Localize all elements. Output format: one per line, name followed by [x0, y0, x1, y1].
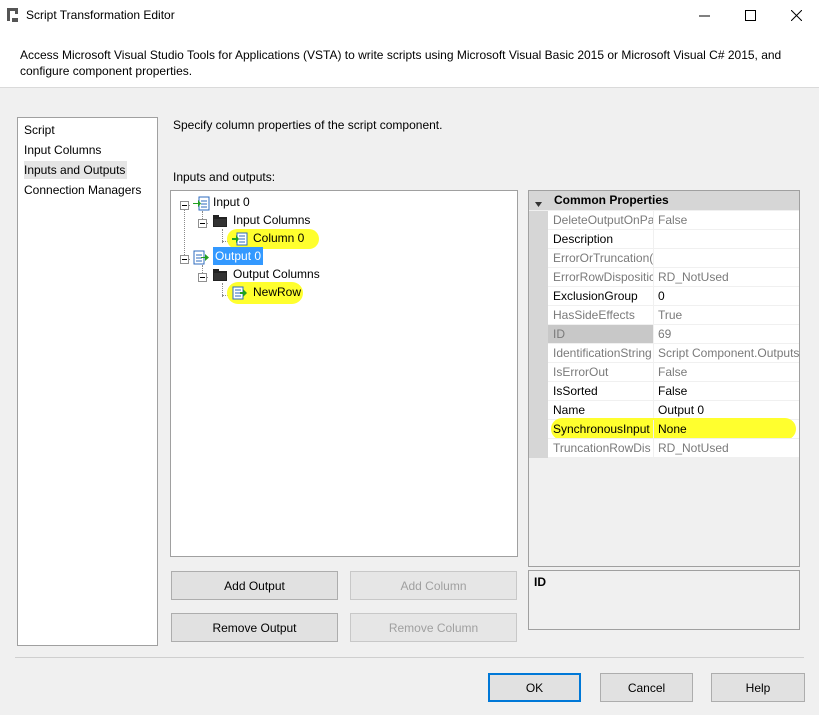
window-title: Script Transformation Editor [26, 8, 175, 22]
minimize-button[interactable] [681, 0, 727, 30]
property-name: IsErrorOut [548, 363, 654, 382]
input-icon [193, 196, 210, 214]
property-row[interactable]: IsErrorOut False [529, 363, 799, 382]
property-row[interactable]: DeleteOutputOnPa False [529, 211, 799, 230]
property-value: 69 [654, 325, 799, 344]
editor-header: Access Microsoft Visual Studio Tools for… [0, 30, 819, 88]
footer-divider [15, 657, 804, 658]
property-name: ErrorRowDispositic [548, 268, 654, 287]
title-bar: Script Transformation Editor [0, 0, 819, 30]
close-icon [790, 9, 802, 21]
collapse-input-columns-toggle[interactable] [198, 219, 207, 228]
property-row[interactable]: TruncationRowDis RD_NotUsed [529, 439, 799, 458]
nav-item-inputs-and-outputs[interactable]: Inputs and Outputs [24, 161, 128, 179]
remove-column-button[interactable]: Remove Column [350, 613, 517, 642]
tree-line [184, 205, 185, 259]
script-transformation-icon [6, 7, 20, 23]
minimize-icon [698, 15, 710, 16]
property-value: Script Component.Outputs [654, 344, 799, 363]
property-row[interactable]: ErrorRowDispositic RD_NotUsed [529, 268, 799, 287]
property-row-margin [529, 211, 548, 230]
property-row[interactable]: SynchronousInput None [529, 418, 799, 440]
property-row-margin [529, 325, 548, 344]
remove-output-button[interactable]: Remove Output [171, 613, 338, 642]
property-name: HasSideEffects [548, 306, 654, 325]
add-output-button[interactable]: Add Output [171, 571, 338, 600]
property-row-margin [529, 249, 548, 268]
editor-description: Access Microsoft Visual Studio Tools for… [20, 48, 782, 78]
close-button[interactable] [773, 0, 819, 30]
property-value: False [654, 363, 799, 382]
property-help-title: ID [534, 575, 546, 589]
property-name: ErrorOrTruncation( [548, 249, 654, 268]
ok-button[interactable]: OK [488, 673, 581, 702]
property-row[interactable]: ErrorOrTruncation( [529, 249, 799, 268]
property-category-label: Common Properties [554, 193, 669, 207]
property-row-margin [529, 363, 548, 382]
property-category-header[interactable]: Common Properties [529, 191, 799, 210]
page-navigation: Script Input Columns Inputs and Outputs … [17, 117, 158, 646]
property-name: IsSorted [548, 382, 654, 401]
output-icon [193, 250, 210, 268]
property-row-margin [529, 344, 548, 363]
property-row-margin [529, 287, 548, 306]
property-value[interactable]: False [654, 382, 799, 401]
property-name: Description [548, 230, 654, 249]
property-row-margin [529, 268, 548, 287]
tree-node-output-columns[interactable]: Output Columns [233, 265, 320, 283]
property-value: RD_NotUsed [654, 268, 799, 287]
property-value: True [654, 306, 799, 325]
help-button[interactable]: Help [711, 673, 805, 702]
property-value [654, 249, 799, 268]
nav-item-input-columns[interactable]: Input Columns [24, 141, 101, 159]
nav-item-script[interactable]: Script [24, 121, 55, 139]
maximize-button[interactable] [727, 0, 773, 30]
property-row[interactable]: Description [529, 230, 799, 249]
collapse-output-toggle[interactable] [180, 255, 189, 264]
property-row-margin [529, 382, 548, 401]
property-row[interactable]: ExclusionGroup 0 [529, 287, 799, 306]
property-value: False [654, 211, 799, 230]
property-row[interactable]: IsSorted False [529, 382, 799, 401]
property-row[interactable]: IdentificationString Script Component.Out… [529, 344, 799, 363]
property-name: TruncationRowDis [548, 439, 654, 458]
property-name: DeleteOutputOnPa [548, 211, 654, 230]
folder-icon [212, 268, 228, 285]
inputs-outputs-tree[interactable]: Input 0 Input Columns Column 0 Output 0 … [170, 190, 518, 557]
property-name: ExclusionGroup [548, 287, 654, 306]
inputs-outputs-label: Inputs and outputs: [173, 170, 276, 184]
property-row-margin [529, 306, 548, 325]
property-row[interactable]: ID 69 [529, 325, 799, 344]
property-row-margin [529, 401, 548, 420]
output-column-icon [232, 286, 248, 303]
cancel-button[interactable]: Cancel [600, 673, 693, 702]
tree-node-input-columns[interactable]: Input Columns [233, 211, 310, 229]
tree-node-column[interactable]: Column 0 [253, 229, 304, 247]
collapse-input-toggle[interactable] [180, 201, 189, 210]
property-row-margin [529, 420, 548, 439]
property-value[interactable]: 0 [654, 287, 799, 306]
property-name: ID [548, 325, 654, 344]
nav-item-connection-managers[interactable]: Connection Managers [24, 181, 141, 199]
property-row[interactable]: HasSideEffects True [529, 306, 799, 325]
tree-node-output[interactable]: Output 0 [213, 247, 264, 265]
property-name: IdentificationString [548, 344, 654, 363]
property-value[interactable] [654, 230, 799, 249]
folder-icon [212, 214, 228, 231]
property-help-panel: ID [528, 570, 800, 630]
property-grid[interactable]: Common Properties DeleteOutputOnPa False D… [528, 190, 800, 567]
tree-node-new-row[interactable]: NewRow [253, 283, 301, 301]
maximize-icon [744, 9, 756, 21]
property-name: SynchronousInput [548, 420, 654, 439]
tree-node-input[interactable]: Input 0 [213, 193, 250, 211]
property-row-margin [529, 439, 548, 458]
property-value: RD_NotUsed [654, 439, 799, 458]
add-column-button[interactable]: Add Column [350, 571, 517, 600]
page-description: Specify column properties of the script … [173, 118, 443, 132]
property-row-margin [529, 230, 548, 249]
collapse-output-columns-toggle[interactable] [198, 273, 207, 282]
property-value[interactable]: None [654, 420, 799, 439]
